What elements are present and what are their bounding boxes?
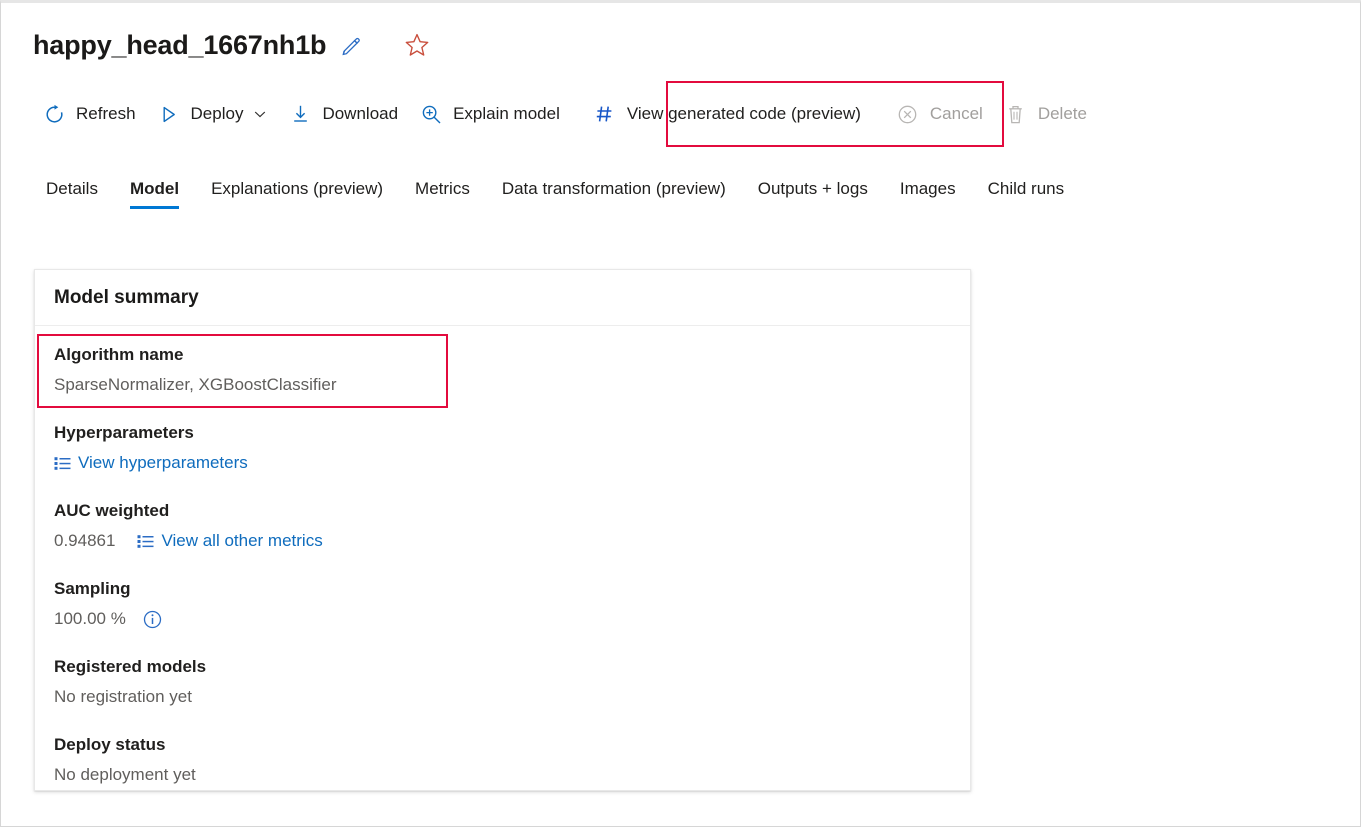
tab-child-runs[interactable]: Child runs <box>972 175 1081 209</box>
chevron-down-icon <box>253 107 267 121</box>
view-generated-code-button[interactable]: View generated code (preview) <box>578 93 873 135</box>
sampling-value: 100.00 % <box>54 604 126 634</box>
model-summary-card: Model summary Algorithm name SparseNorma… <box>34 269 971 791</box>
view-hyperparameters-label: View hyperparameters <box>78 448 248 478</box>
algorithm-name-value: SparseNormalizer, XGBoostClassifier <box>54 370 951 400</box>
title-row: happy_head_1667nh1b <box>33 25 430 65</box>
deploy-status-value: No deployment yet <box>54 760 951 790</box>
cancel-button[interactable]: Cancel <box>887 93 995 135</box>
field-sampling: Sampling 100.00 % <box>54 574 951 634</box>
download-button[interactable]: Download <box>279 93 410 135</box>
hyperparameters-row: View hyperparameters <box>54 448 951 478</box>
download-icon <box>287 103 313 125</box>
page-root: happy_head_1667nh1b Refresh <box>0 0 1361 827</box>
trash-icon <box>1003 103 1029 125</box>
tab-label: Child runs <box>988 179 1065 198</box>
auc-weighted-label: AUC weighted <box>54 496 951 526</box>
tab-details[interactable]: Details <box>33 175 114 209</box>
tab-explanations[interactable]: Explanations (preview) <box>195 175 399 209</box>
view-hyperparameters-link[interactable]: View hyperparameters <box>54 448 248 478</box>
field-hyperparameters: Hyperparameters <box>54 418 951 478</box>
play-icon <box>156 103 182 125</box>
view-all-other-metrics-link[interactable]: View all other metrics <box>137 526 322 556</box>
explain-model-label: Explain model <box>453 104 560 124</box>
star-icon[interactable] <box>404 32 430 58</box>
tab-bar: Details Model Explanations (preview) Met… <box>33 175 1080 221</box>
deploy-status-label: Deploy status <box>54 730 951 760</box>
magnifier-plus-icon <box>418 103 444 125</box>
hyperparameters-label: Hyperparameters <box>54 418 951 448</box>
sampling-label: Sampling <box>54 574 951 604</box>
command-bar: Refresh Deploy <box>33 93 1099 135</box>
bulleted-list-icon <box>137 534 154 549</box>
tab-data-transformation[interactable]: Data transformation (preview) <box>486 175 742 209</box>
circle-x-icon <box>895 103 921 125</box>
tab-label: Details <box>46 179 98 198</box>
bulleted-list-icon <box>54 456 71 471</box>
explain-model-button[interactable]: Explain model <box>410 93 572 135</box>
deploy-button[interactable]: Deploy <box>148 93 280 135</box>
view-generated-code-label: View generated code (preview) <box>627 104 861 124</box>
spacer <box>54 558 951 574</box>
tab-label: Images <box>900 179 956 198</box>
page-title: happy_head_1667nh1b <box>33 30 326 61</box>
tab-label: Model <box>130 179 179 198</box>
view-all-other-metrics-label: View all other metrics <box>161 526 322 556</box>
spacer <box>54 714 951 730</box>
refresh-label: Refresh <box>76 104 136 124</box>
delete-button[interactable]: Delete <box>995 93 1099 135</box>
spacer <box>54 480 951 496</box>
pencil-icon[interactable] <box>340 34 362 56</box>
info-circle-icon[interactable] <box>142 609 163 630</box>
tab-label: Outputs + logs <box>758 179 868 198</box>
tab-images[interactable]: Images <box>884 175 972 209</box>
field-auc-weighted: AUC weighted 0.94861 <box>54 496 951 556</box>
field-deploy-status: Deploy status No deployment yet <box>54 730 951 790</box>
auc-weighted-row: 0.94861 <box>54 526 951 556</box>
refresh-button[interactable]: Refresh <box>33 93 148 135</box>
delete-label: Delete <box>1038 104 1087 124</box>
deploy-label: Deploy <box>191 104 244 124</box>
download-label: Download <box>322 104 398 124</box>
spacer <box>54 402 951 418</box>
cancel-label: Cancel <box>930 104 983 124</box>
field-registered-models: Registered models No registration yet <box>54 652 951 712</box>
card-title: Model summary <box>54 287 199 309</box>
spacer <box>54 636 951 652</box>
tab-outputs-logs[interactable]: Outputs + logs <box>742 175 884 209</box>
algorithm-name-label: Algorithm name <box>54 340 951 370</box>
hash-icon <box>592 103 618 125</box>
tab-label: Metrics <box>415 179 470 198</box>
auc-weighted-value: 0.94861 <box>54 526 115 556</box>
tab-model[interactable]: Model <box>114 175 195 209</box>
tab-label: Explanations (preview) <box>211 179 383 198</box>
registered-models-value: No registration yet <box>54 682 951 712</box>
tab-label: Data transformation (preview) <box>502 179 726 198</box>
registered-models-label: Registered models <box>54 652 951 682</box>
refresh-icon <box>41 103 67 125</box>
card-body: Algorithm name SparseNormalizer, XGBoost… <box>35 326 970 790</box>
sampling-row: 100.00 % <box>54 604 951 634</box>
field-algorithm-name: Algorithm name SparseNormalizer, XGBoost… <box>54 340 951 400</box>
tab-metrics[interactable]: Metrics <box>399 175 486 209</box>
card-header: Model summary <box>35 270 970 326</box>
